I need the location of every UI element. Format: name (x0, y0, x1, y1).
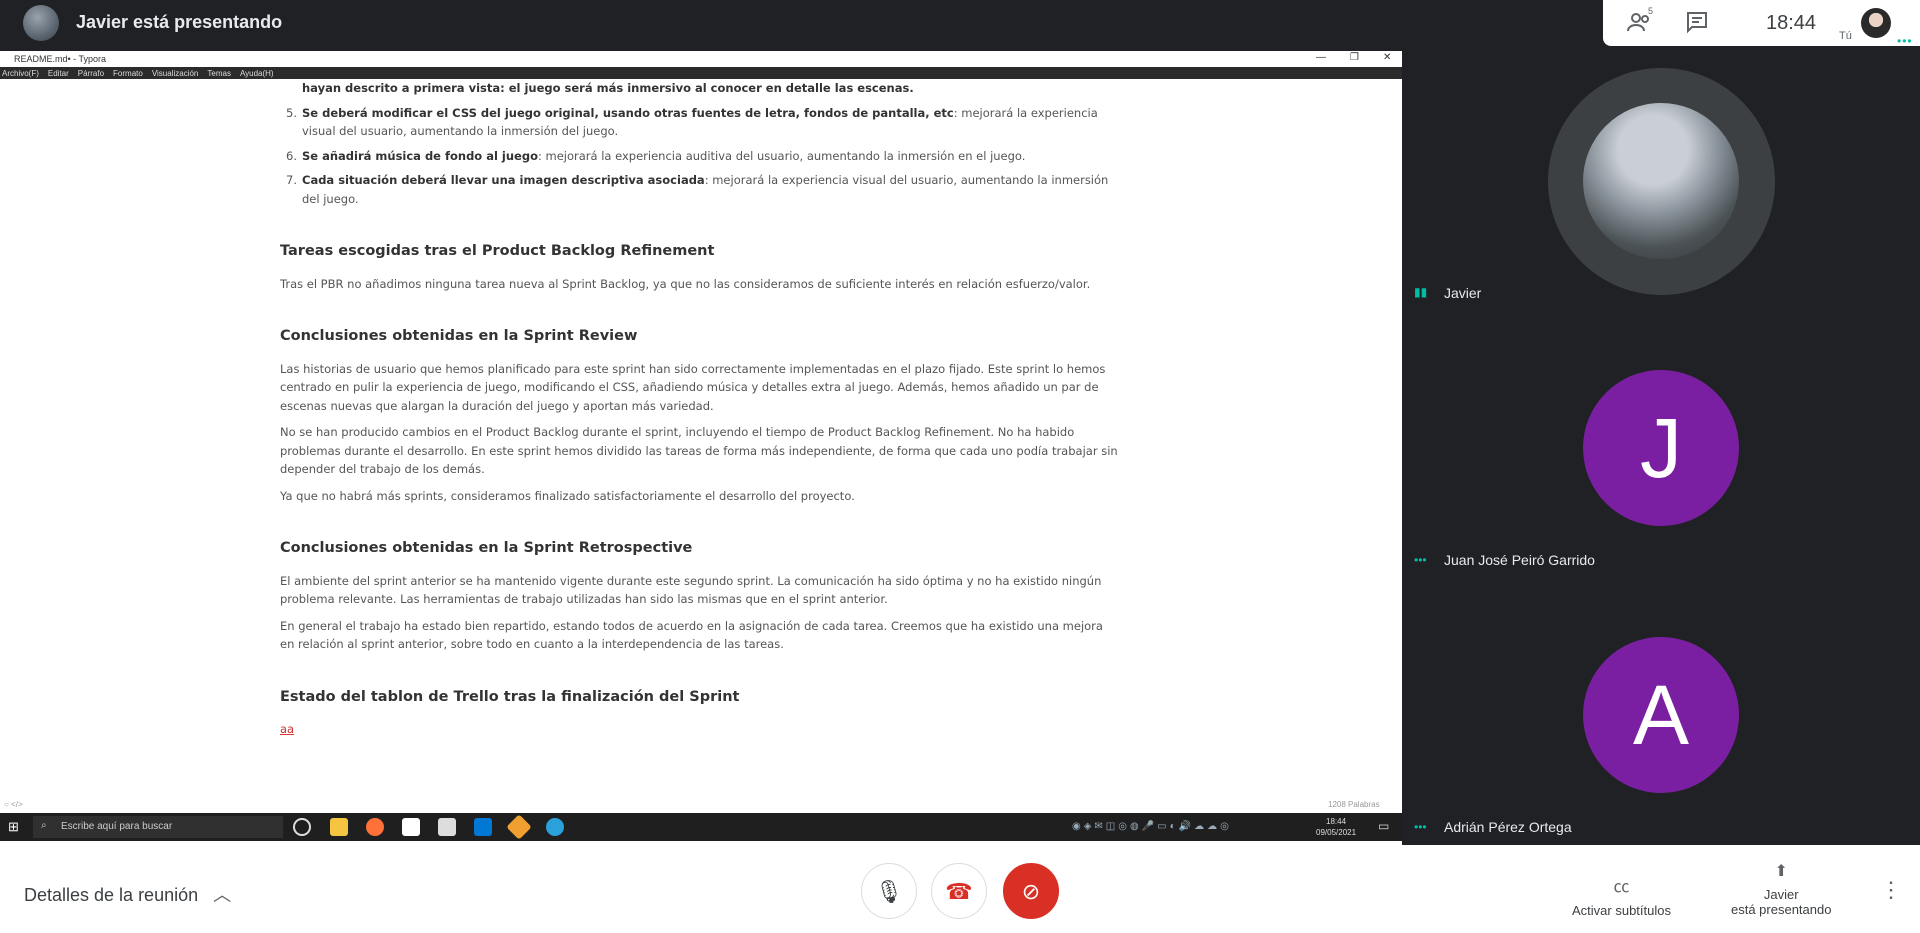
list-item: hayan descrito a primera vista: el juego… (280, 79, 1120, 98)
restore-icon: ❐ (1350, 52, 1359, 63)
chat-icon (1687, 12, 1707, 34)
close-icon: ✕ (1383, 52, 1392, 63)
typora-icon (438, 818, 456, 836)
speaking-icon: ▮▮ (1414, 285, 1428, 299)
paragraph: Tras el PBR no añadimos ninguna tarea nu… (280, 276, 1091, 291)
participant-photo (1583, 103, 1739, 259)
camera-button[interactable]: ⊘ (1003, 863, 1059, 919)
menu-item: Visualización (151, 68, 199, 78)
minimize-icon: — (1316, 52, 1326, 63)
microphone-icon: 🎙 (875, 879, 903, 904)
word-count: 1208 Palabras (1328, 800, 1380, 809)
heading-trello: Estado del tablon de Trello tras la fina… (280, 688, 740, 705)
improvements-list: hayan descrito a primera vista: el juego… (280, 79, 1120, 208)
participant-name: Adrián Pérez Ortega (1444, 819, 1572, 835)
cortana-icon (293, 818, 311, 836)
menu-item: Temas (207, 68, 231, 78)
chevron-up-icon: ︿ (213, 885, 232, 905)
window-title: README.md• - Typora (14, 54, 107, 64)
menu-item: Ayuda(H) (239, 68, 274, 78)
git-icon (506, 814, 532, 840)
typora-statusbar: ○ </> 1208 Palabras (0, 797, 1402, 813)
heading-review: Conclusiones obtenidas en la Sprint Revi… (280, 328, 638, 344)
menu-item: Párrafo (77, 68, 105, 78)
vertical-dots-icon: ⋮ (1880, 877, 1902, 902)
list-item-bold: Se añadirá música de fondo al juego (302, 148, 538, 163)
taskbar-search: ⌕ Escribe aquí para buscar (33, 816, 283, 838)
captions-label: Activar subtítulos (1572, 903, 1671, 918)
more-options-icon[interactable]: ••• (1414, 553, 1427, 567)
participant-avatar: J (1583, 370, 1739, 526)
present-button[interactable]: ⬆ Javier está presentando (1731, 861, 1831, 917)
typora-titlebar: README.md• - Typora — ❐ ✕ (0, 51, 1402, 67)
more-options-icon[interactable]: ••• (1414, 820, 1427, 834)
list-item: 7. Cada situación deberá llevar una image… (286, 173, 1109, 206)
heading-retrospective: Conclusiones obtenidas en la Sprint Retr… (280, 540, 693, 556)
taskbar-clock: 18:44 09/05/2021 (1316, 816, 1356, 838)
list-item: 5. Se deberá modificar el CSS del juego o… (286, 105, 1098, 139)
more-options-button[interactable]: ⋮ (1880, 877, 1902, 903)
presenting-title: Javier está presentando (76, 12, 283, 32)
captions-button[interactable]: ㏄ Activar subtítulos (1572, 873, 1671, 918)
list-item-text: hayan descrito a primera vista: el juego… (302, 81, 914, 95)
presenting-label: Javier (1763, 887, 1799, 902)
hangup-button[interactable]: ☎ (931, 863, 987, 919)
list-item: 6. Se añadirá música de fondo al juego: m… (286, 148, 1026, 163)
menu-item: Editar (47, 68, 69, 78)
firefox-icon (366, 818, 384, 836)
notion-icon (402, 818, 420, 836)
sidebar-toggle-icon: ○ </> (4, 800, 23, 809)
list-item-bold: Se deberá modificar el CSS del juego ori… (302, 105, 954, 120)
paragraph: No se han producido cambios en el Produc… (280, 425, 1118, 476)
menu-item: Formato (113, 68, 143, 78)
paragraph: El ambiente del sprint anterior se ha ma… (280, 573, 1102, 607)
vscode-icon (474, 818, 492, 836)
list-item-text: : mejorará la experiencia auditiva del u… (537, 148, 1026, 163)
self-label: Tú (1839, 30, 1852, 42)
list-item-bold: Cada situación deberá llevar una imagen … (302, 173, 705, 187)
heading-pbr: Tareas escogidas tras el Product Backlog… (280, 243, 715, 259)
participant-avatar: A (1583, 637, 1739, 793)
participants-button[interactable]: 5 (1626, 6, 1654, 34)
meeting-details-label: Detalles de la reunión (24, 885, 199, 905)
participant-name: Juan José Peiró Garrido (1444, 552, 1595, 568)
typora-menubar: Archivo(F) Editar Párrafo Formato Visual… (0, 67, 1402, 79)
camera-off-icon: ⊘ (1021, 879, 1041, 904)
telegram-icon (546, 818, 564, 836)
phone-hangup-icon: ☎ (945, 879, 973, 904)
shared-screen: README.md• - Typora — ❐ ✕ Archivo(F) Edi… (0, 51, 1402, 845)
paragraph: Las historias de usuario que hemos plani… (280, 361, 1106, 413)
menu-item: Archivo(F) (2, 68, 39, 78)
taskbar-date: 09/05/2021 (1316, 828, 1357, 837)
paragraph: aa (280, 722, 295, 736)
presenter-avatar (23, 5, 59, 41)
clock: 18:44 (1766, 12, 1817, 34)
present-screen-icon: ⬆ (1774, 863, 1788, 880)
paragraph: Ya que no habrá más sprints, consideramo… (280, 488, 855, 503)
taskbar-search-text: Escribe aquí para buscar (61, 821, 173, 832)
notifications-icon: ▭ (1378, 819, 1390, 833)
self-avatar (1861, 8, 1891, 38)
mic-button[interactable]: 🎙 (861, 863, 917, 919)
paragraph: En general el trabajo ha estado bien rep… (280, 618, 1103, 652)
participant-name: Javier (1444, 285, 1482, 301)
markdown-document: hayan descrito a primera vista: el juego… (280, 79, 1120, 747)
closed-captions-icon: ㏄ (1613, 879, 1630, 896)
presenting-label: está presentando (1731, 902, 1832, 917)
chat-button[interactable] (1685, 10, 1713, 34)
participants-count: 5 (1648, 6, 1654, 16)
meeting-controls-bar: Detalles de la reunión ︿ 🎙 ☎ ⊘ ㏄ Activar… (0, 845, 1920, 933)
windows-taskbar: ⊞ ⌕ Escribe aquí para buscar ◉◈✉◫◎◍🎤▭◐🔊☁… (0, 813, 1402, 841)
taskbar-time: 18:44 (1326, 817, 1347, 826)
windows-start-icon: ⊞ (8, 819, 19, 834)
system-tray-icons: ◉◈✉◫◎◍🎤▭◐🔊☁☁◎ (1072, 821, 1232, 832)
file-explorer-icon (330, 818, 348, 836)
search-icon: ⌕ (41, 820, 47, 831)
meeting-details-button[interactable]: Detalles de la reunión ︿ (24, 881, 231, 907)
